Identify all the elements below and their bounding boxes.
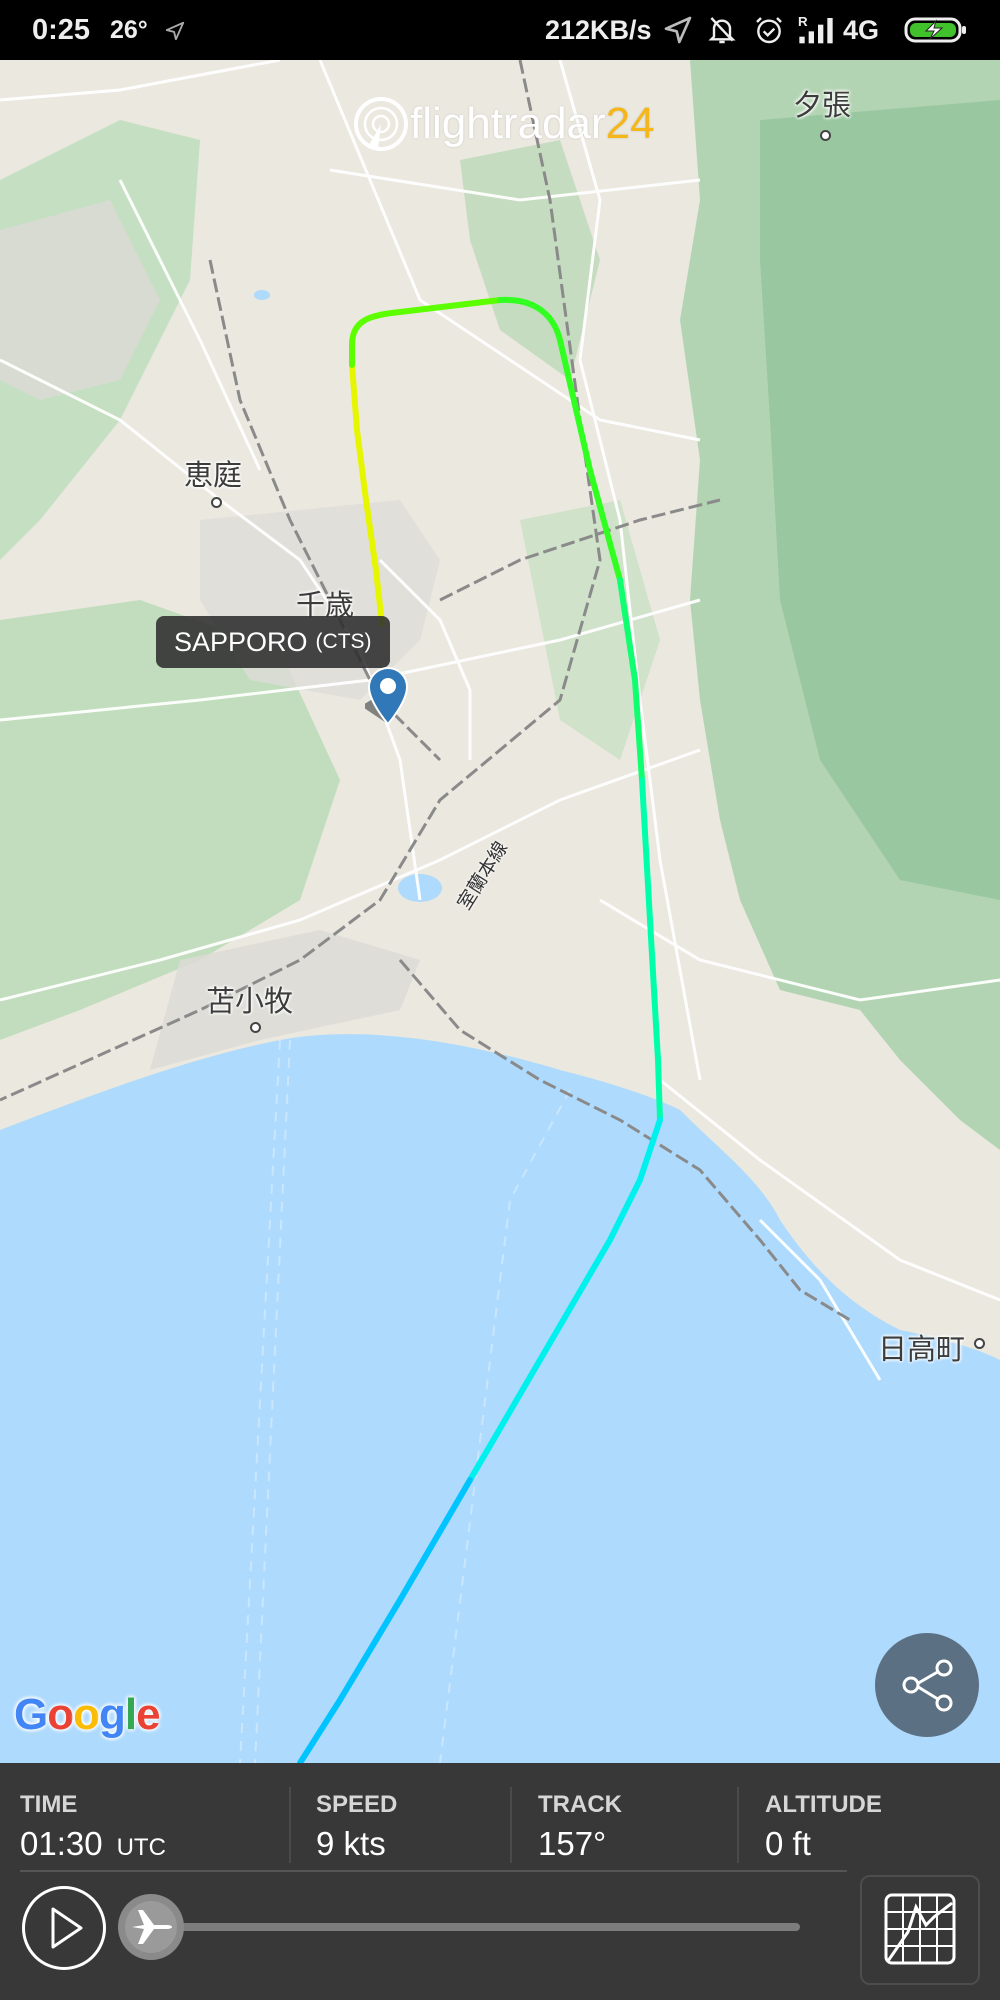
stat-value: 157°: [538, 1825, 607, 1862]
stat-label: SPEED: [316, 1791, 398, 1818]
place-dot: [250, 1022, 261, 1033]
stat-value: 9 kts: [316, 1825, 386, 1862]
flightradar24-wordmark: flightradar24: [410, 99, 655, 149]
status-temperature: 26°: [110, 16, 148, 44]
battery-charging-icon: [904, 17, 966, 43]
google-letter: e: [136, 1690, 161, 1739]
altitude-chart-button[interactable]: [860, 1875, 980, 1985]
panel-divider: [20, 1870, 847, 1872]
divider: [737, 1787, 739, 1863]
radar-logo-icon: [354, 97, 408, 151]
svg-text:R: R: [798, 14, 808, 29]
google-letter: G: [14, 1690, 48, 1739]
time-value: 01:30: [20, 1825, 103, 1862]
stat-label: ALTITUDE: [765, 1791, 882, 1818]
place-label-hidaka: 日高町: [878, 1332, 966, 1366]
share-button[interactable]: [875, 1633, 979, 1737]
stat-label: TRACK: [538, 1791, 622, 1818]
divider: [510, 1787, 512, 1863]
signal-roaming-icon: R: [798, 14, 833, 44]
google-letter: l: [124, 1690, 137, 1739]
flight-map[interactable]: 夕張 恵庭 千歳 苫小牧 日高町 室蘭本線 flightradar24 SAPP…: [0, 60, 1000, 1763]
location-arrow-icon: [664, 16, 692, 44]
status-bar: 0:25 26° 212KB/s R 4G: [0, 0, 1000, 60]
stat-value: 0 ft: [765, 1825, 811, 1862]
status-network-speed: 212KB/s: [545, 15, 652, 45]
status-time: 0:25: [32, 14, 91, 46]
google-attribution-logo: Google: [14, 1690, 161, 1740]
airport-code: (CTS): [315, 630, 372, 653]
airplane-icon: [125, 1901, 177, 1953]
alarm-clock-icon: [756, 17, 782, 44]
airport-label[interactable]: SAPPORO (CTS): [156, 616, 390, 668]
place-label-tomakomai: 苫小牧: [206, 984, 294, 1018]
google-letter: o: [73, 1690, 100, 1739]
place-label-eniwa: 恵庭: [184, 458, 243, 492]
map-basemap: [0, 60, 1000, 1763]
place-dot: [820, 130, 831, 141]
google-letter: o: [47, 1690, 74, 1739]
play-button[interactable]: [22, 1886, 106, 1970]
place-dot: [974, 1338, 985, 1349]
play-icon: [51, 1907, 83, 1949]
time-unit: UTC: [116, 1834, 166, 1861]
logo-word: flightradar: [410, 99, 606, 148]
bell-off-icon: [708, 17, 736, 44]
playback-slider-track[interactable]: [150, 1923, 800, 1931]
playback-panel: TIME 01:30 UTC SPEED 9 kts TRACK 157° ALT…: [0, 1763, 1000, 2000]
stat-label: TIME: [20, 1791, 78, 1818]
google-letter: g: [99, 1690, 126, 1739]
chart-grid-icon: [884, 1893, 956, 1965]
location-arrow-icon: [165, 21, 185, 41]
place-label-yubari: 夕張: [793, 88, 852, 122]
status-network-type: 4G: [843, 15, 880, 45]
divider: [289, 1787, 291, 1863]
share-icon: [902, 1659, 953, 1712]
map-pin-icon[interactable]: [365, 666, 411, 726]
playback-slider-thumb[interactable]: [118, 1894, 184, 1960]
place-dot: [211, 497, 222, 508]
flightradar24-logo: flightradar24: [352, 94, 655, 154]
logo-number: 24: [605, 99, 655, 148]
stat-value: 01:30 UTC: [20, 1825, 166, 1863]
airport-name: SAPPORO: [174, 626, 308, 657]
